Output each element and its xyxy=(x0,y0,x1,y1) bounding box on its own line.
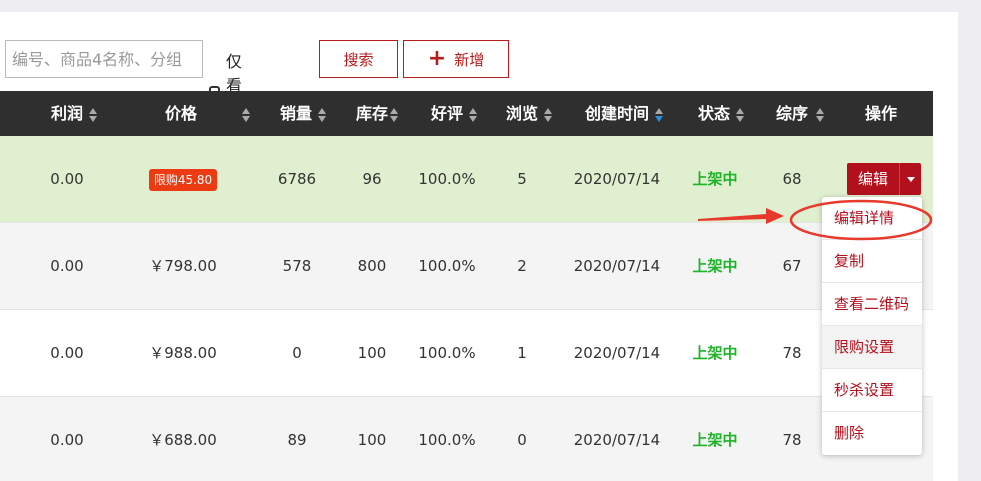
header-created[interactable]: 创建时间 xyxy=(585,91,664,136)
cell-rank: 78 xyxy=(782,344,802,362)
cell-rank: 68 xyxy=(782,170,802,188)
cell-stock: 100 xyxy=(357,431,387,449)
header-status[interactable]: 状态 xyxy=(698,91,745,136)
cell-views: 2 xyxy=(517,257,527,275)
menu-item-edit-details[interactable]: 编辑详情 xyxy=(822,197,922,240)
header-price: 价格 xyxy=(165,91,197,136)
header-views[interactable]: 浏览 xyxy=(506,91,553,136)
sort-icon[interactable] xyxy=(242,107,250,122)
edit-split-button[interactable]: 编辑 xyxy=(847,163,921,195)
cell-created: 2020/07/14 xyxy=(573,431,661,449)
header-created-label: 创建时间 xyxy=(585,104,650,123)
table-row[interactable]: 0.00 限购45.80 6786 96 100.0% 5 2020/07/14… xyxy=(0,136,933,223)
menu-item-delete[interactable]: 删除 xyxy=(822,412,922,455)
header-rating-label: 好评 xyxy=(431,104,464,123)
sort-icon[interactable] xyxy=(736,107,745,122)
cell-created: 2020/07/14 xyxy=(573,344,661,362)
cell-status: 上架中 xyxy=(692,431,738,449)
table-row[interactable]: 0.00 ￥988.00 0 100 100.0% 1 2020/07/14 上… xyxy=(0,310,933,397)
header-profit-label: 利润 xyxy=(51,104,84,123)
header-actions-label: 操作 xyxy=(865,104,898,123)
table-row[interactable]: 0.00 ￥798.00 578 800 100.0% 2 2020/07/14… xyxy=(0,223,933,310)
edit-button[interactable]: 编辑 xyxy=(847,163,900,195)
sort-desc-icon[interactable] xyxy=(655,107,664,122)
cell-status: 上架中 xyxy=(692,344,738,362)
cell-price: ￥798.00 xyxy=(149,257,217,275)
sort-icon[interactable] xyxy=(469,107,478,122)
sort-icon[interactable] xyxy=(390,107,399,122)
product-table: 利润 价格 销量 库存 好评 浏览 创建时间 状态 综序 操作 0.00 限购4… xyxy=(0,91,933,481)
cell-views: 0 xyxy=(517,431,527,449)
cell-status: 上架中 xyxy=(692,170,738,188)
cell-stock: 96 xyxy=(362,170,382,188)
edit-dropdown-toggle[interactable] xyxy=(900,163,921,195)
header-rating[interactable]: 好评 xyxy=(431,91,478,136)
caret-down-icon xyxy=(906,176,915,182)
header-status-label: 状态 xyxy=(698,104,731,123)
page-gutter xyxy=(958,12,981,481)
menu-item-limit-settings[interactable]: 限购设置 xyxy=(822,326,922,369)
cell-sales: 89 xyxy=(287,431,307,449)
cell-rating: 100.0% xyxy=(418,431,476,449)
header-stock-label: 库存 xyxy=(356,104,389,123)
cell-rank: 67 xyxy=(782,257,802,275)
table-header: 利润 价格 销量 库存 好评 浏览 创建时间 状态 综序 操作 xyxy=(0,91,933,136)
search-button[interactable]: 搜索 xyxy=(319,40,398,78)
sort-icon[interactable] xyxy=(816,107,825,122)
plus-icon: + xyxy=(427,46,447,71)
cell-views: 1 xyxy=(517,344,527,362)
edit-dropdown-menu: 编辑详情 复制 查看二维码 限购设置 秒杀设置 删除 xyxy=(822,197,922,455)
cell-sales: 578 xyxy=(282,257,312,275)
cell-stock: 100 xyxy=(357,344,387,362)
search-input[interactable] xyxy=(5,40,203,78)
cell-sales: 0 xyxy=(292,344,302,362)
cell-profit: 0.00 xyxy=(50,170,84,188)
cell-rank: 78 xyxy=(782,431,802,449)
sort-icon[interactable] xyxy=(89,107,98,122)
header-rank-label: 综序 xyxy=(776,104,809,123)
search-button-label: 搜索 xyxy=(343,50,374,69)
table-row[interactable]: 0.00 ￥688.00 89 100 100.0% 0 2020/07/14 … xyxy=(0,397,933,481)
header-price-label: 价格 xyxy=(165,104,198,123)
cell-rating: 100.0% xyxy=(418,170,476,188)
cell-rating: 100.0% xyxy=(418,257,476,275)
cell-status: 上架中 xyxy=(692,257,738,275)
cell-stock: 800 xyxy=(357,257,387,275)
menu-item-copy[interactable]: 复制 xyxy=(822,240,922,283)
cell-sales: 6786 xyxy=(277,170,317,188)
limit-price-badge: 限购45.80 xyxy=(148,168,218,191)
cell-created: 2020/07/14 xyxy=(573,257,661,275)
cell-views: 5 xyxy=(517,170,527,188)
add-button-label: 新增 xyxy=(454,50,485,69)
menu-item-flash-sale-settings[interactable]: 秒杀设置 xyxy=(822,369,922,412)
header-sales-label: 销量 xyxy=(280,104,313,123)
add-button[interactable]: + 新增 xyxy=(403,40,509,78)
header-profit[interactable]: 利润 xyxy=(51,91,98,136)
header-views-label: 浏览 xyxy=(506,104,539,123)
header-actions: 操作 xyxy=(865,91,897,136)
sort-icon[interactable] xyxy=(318,107,327,122)
cell-profit: 0.00 xyxy=(50,257,84,275)
cell-created: 2020/07/14 xyxy=(573,170,661,188)
cell-price: 限购45.80 xyxy=(140,136,226,223)
menu-item-view-qrcode[interactable]: 查看二维码 xyxy=(822,283,922,326)
cell-price: ￥688.00 xyxy=(149,431,217,449)
cell-profit: 0.00 xyxy=(50,431,84,449)
header-price-sort[interactable] xyxy=(242,91,250,136)
sort-icon[interactable] xyxy=(544,107,553,122)
cell-profit: 0.00 xyxy=(50,344,84,362)
header-stock[interactable]: 库存 xyxy=(356,91,399,136)
cell-rating: 100.0% xyxy=(418,344,476,362)
header-sales[interactable]: 销量 xyxy=(280,91,327,136)
cell-price: ￥988.00 xyxy=(149,344,217,362)
header-rank[interactable]: 综序 xyxy=(776,91,825,136)
